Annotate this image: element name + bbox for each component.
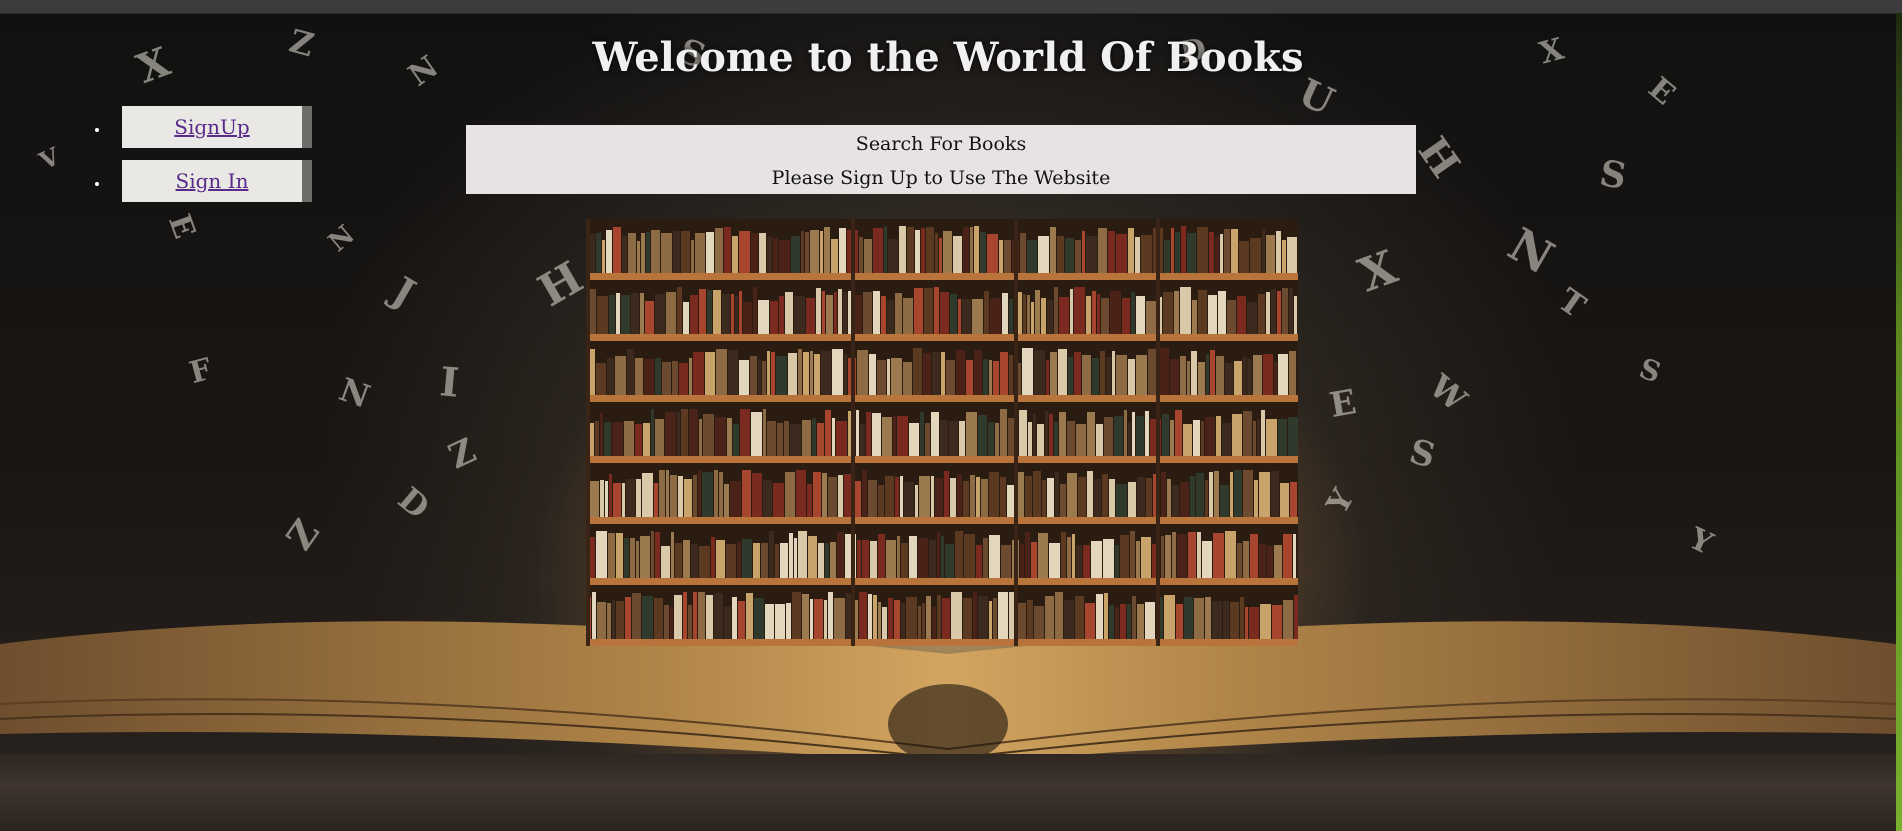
search-panel: Search For Books Please Sign Up to Use T… — [466, 125, 1416, 194]
wooden-table — [0, 754, 1896, 831]
page-title: Welcome to the World Of Books — [592, 34, 1304, 81]
bookshelf-image — [586, 219, 1298, 646]
search-heading: Search For Books — [855, 133, 1027, 155]
window-edge — [1896, 13, 1902, 831]
auth-nav: SignUp Sign In — [110, 106, 312, 214]
signin-link[interactable]: Sign In — [122, 160, 312, 202]
nav-item-signin: Sign In — [110, 160, 312, 202]
signup-notice: Please Sign Up to Use The Website — [771, 167, 1111, 189]
nav-item-signup: SignUp — [110, 106, 312, 148]
browser-top-bar — [0, 0, 1902, 14]
signup-link[interactable]: SignUp — [122, 106, 312, 148]
